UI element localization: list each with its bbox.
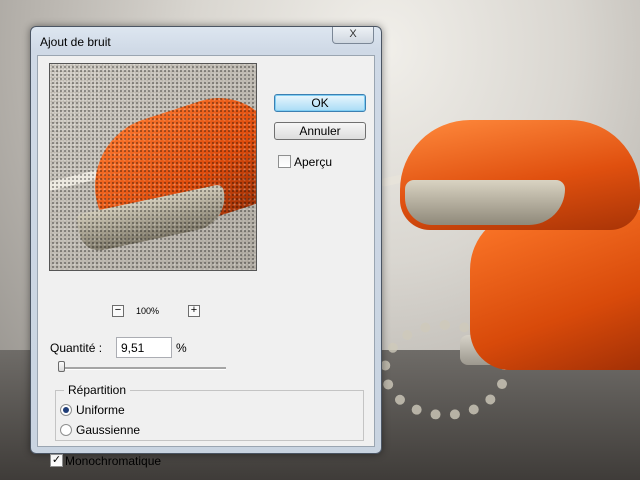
phone-body (470, 210, 640, 370)
radio-gaussian-label[interactable]: Gaussienne (76, 423, 140, 437)
add-noise-dialog: Ajout de bruit X − 100% + OK Annuler Ape… (30, 26, 382, 468)
checkmark-icon: ✓ (51, 454, 62, 466)
zoom-in-button[interactable]: + (188, 305, 200, 317)
preview-checkbox-label[interactable]: Aperçu (294, 155, 332, 169)
radio-gaussian[interactable] (60, 424, 72, 436)
plus-icon: + (190, 304, 198, 316)
preview-noise-overlay (50, 64, 256, 270)
cancel-button[interactable]: Annuler (274, 122, 366, 140)
close-button[interactable]: X (332, 27, 374, 44)
zoom-out-button[interactable]: − (112, 305, 124, 317)
dialog-titlebar[interactable]: Ajout de bruit X (31, 27, 381, 53)
dialog-content: − 100% + OK Annuler Aperçu Quantité : % … (37, 55, 375, 468)
dialog-title: Ajout de bruit (40, 35, 111, 49)
radio-uniform[interactable] (60, 404, 72, 416)
monochromatic-checkbox[interactable]: ✓ (50, 454, 63, 467)
phone-handset-underside (405, 180, 565, 225)
quantity-input[interactable] (116, 337, 172, 358)
quantity-slider-track[interactable] (58, 367, 226, 370)
distribution-group-title: Répartition (64, 383, 131, 397)
monochromatic-label[interactable]: Monochromatique (65, 454, 161, 468)
close-icon: X (349, 28, 357, 40)
quantity-label: Quantité : (50, 341, 103, 355)
quantity-unit: % (176, 341, 187, 355)
noise-preview[interactable] (49, 63, 257, 271)
ok-button[interactable]: OK (274, 94, 366, 112)
zoom-level: 100% (136, 306, 160, 316)
radio-uniform-label[interactable]: Uniforme (76, 403, 125, 417)
minus-icon: − (114, 304, 122, 316)
preview-checkbox[interactable] (278, 155, 291, 168)
quantity-slider-thumb[interactable] (57, 361, 65, 372)
